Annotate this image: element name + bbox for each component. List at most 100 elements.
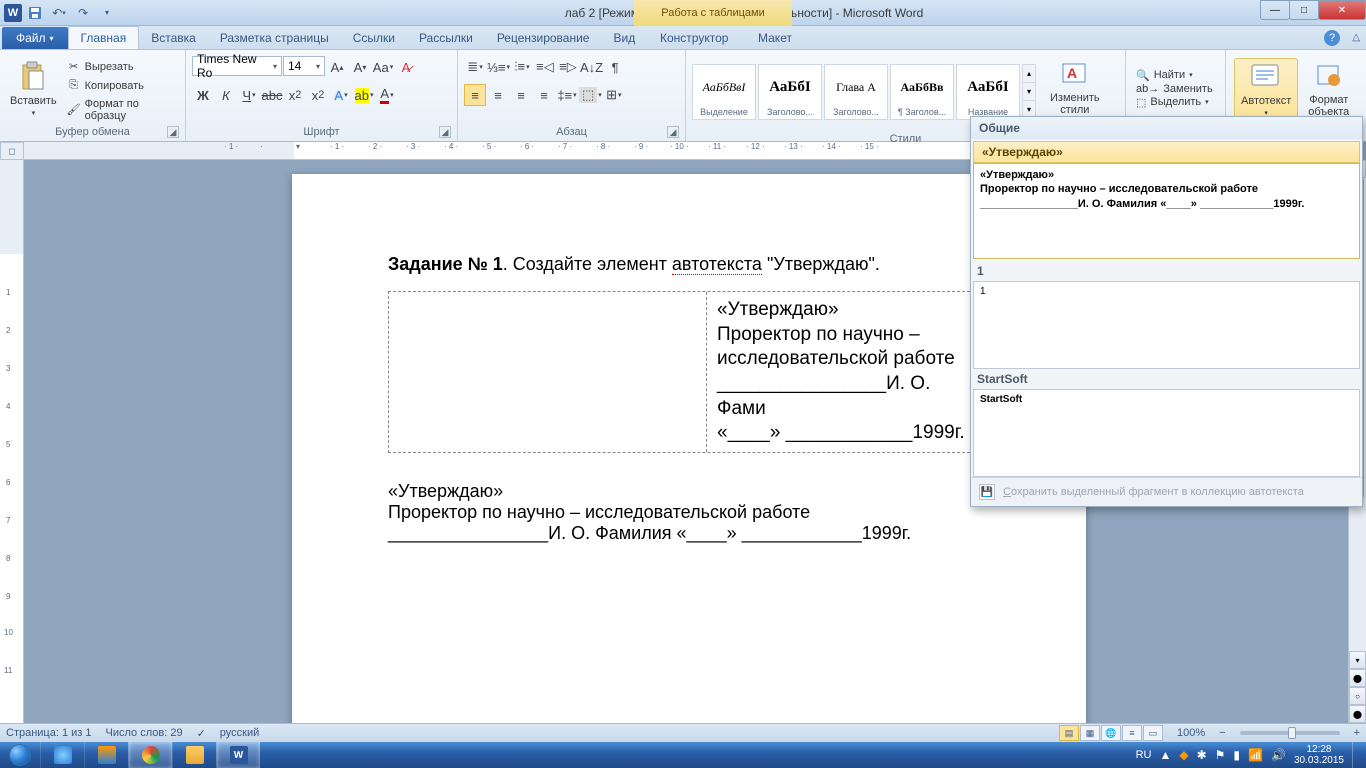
format-object-button[interactable]: Формат объекта — [1302, 58, 1355, 120]
taskbar-explorer[interactable] — [172, 742, 216, 768]
underline-button[interactable]: Ч▾ — [238, 84, 260, 106]
tray-network-icon[interactable]: 📶 — [1248, 748, 1263, 762]
zoom-level[interactable]: 100% — [1177, 727, 1205, 739]
font-size-combo[interactable]: 14▾ — [283, 56, 325, 76]
line-spacing-button[interactable]: ‡≡▾ — [556, 84, 578, 106]
tray-action-center-icon[interactable]: ⚑ — [1215, 748, 1226, 762]
select-button[interactable]: ⬚Выделить▾ — [1136, 96, 1213, 109]
justify-button[interactable]: ≡ — [533, 84, 555, 106]
qat-undo-button[interactable]: ↶▾ — [48, 2, 70, 24]
taskbar-ie[interactable] — [40, 742, 84, 768]
subscript-button[interactable]: x2 — [284, 84, 306, 106]
copy-button[interactable]: ⎘Копировать — [65, 78, 181, 94]
minimize-ribbon-button[interactable]: △ — [1352, 32, 1360, 43]
qat-save-button[interactable] — [24, 2, 46, 24]
file-tab[interactable]: Файл▾ — [2, 27, 68, 49]
gallery-down-button[interactable]: ▾ — [1023, 83, 1035, 101]
superscript-button[interactable]: x2 — [307, 84, 329, 106]
tab-insert[interactable]: Вставка — [139, 27, 208, 49]
view-web[interactable]: 🌐 — [1101, 725, 1121, 741]
style-gallery[interactable]: АаБбВвІВыделение АаБбІЗаголово... Глава … — [692, 64, 1036, 120]
clear-formatting-button[interactable]: A̷ — [395, 56, 417, 78]
next-page-button[interactable]: ⬤ — [1349, 705, 1366, 723]
tray-language[interactable]: RU — [1136, 749, 1152, 761]
autotext-item-1[interactable]: 1 — [973, 281, 1360, 369]
grow-font-button[interactable]: A▴ — [326, 56, 348, 78]
style-item[interactable]: АаБбІНазвание — [956, 64, 1020, 120]
taskbar-chrome[interactable] — [128, 742, 172, 768]
tab-home[interactable]: Главная — [68, 26, 140, 49]
page[interactable]: Задание № 1. Создайте элемент автотекста… — [292, 174, 1086, 723]
taskbar-word[interactable]: W — [216, 742, 260, 768]
sort-button[interactable]: A↓Z — [580, 56, 603, 78]
strikethrough-button[interactable]: abc — [261, 84, 283, 106]
scroll-down-button[interactable]: ▾ — [1349, 651, 1366, 669]
zoom-in-button[interactable]: + — [1354, 727, 1360, 739]
view-draft[interactable]: ▭ — [1143, 725, 1163, 741]
font-name-combo[interactable]: Times New Ro▾ — [192, 56, 282, 76]
clipboard-dialog-launcher[interactable]: ◢ — [167, 126, 179, 138]
increase-indent-button[interactable]: ≡▷ — [557, 56, 579, 78]
status-page[interactable]: Страница: 1 из 1 — [6, 727, 92, 739]
minimize-button[interactable]: — — [1260, 0, 1290, 20]
prev-page-button[interactable]: ⬤ — [1349, 669, 1366, 687]
autotext-item-startsoft[interactable]: StartSoft — [973, 389, 1360, 477]
change-case-button[interactable]: Aa▾ — [372, 56, 394, 78]
tab-layout[interactable]: Макет — [746, 27, 804, 49]
status-proofing-icon[interactable]: ✓ — [197, 727, 206, 740]
tab-mailings[interactable]: Рассылки — [407, 27, 485, 49]
show-marks-button[interactable]: ¶ — [604, 56, 626, 78]
bullets-button[interactable]: ≣▾ — [464, 56, 486, 78]
tab-references[interactable]: Ссылки — [341, 27, 407, 49]
taskbar-media[interactable] — [84, 742, 128, 768]
font-dialog-launcher[interactable]: ◢ — [439, 126, 451, 138]
align-right-button[interactable]: ≡ — [510, 84, 532, 106]
gallery-up-button[interactable]: ▴ — [1023, 65, 1035, 83]
zoom-slider[interactable] — [1240, 731, 1340, 735]
tab-view[interactable]: Вид — [601, 27, 647, 49]
vertical-ruler[interactable]: 1 2 3 4 5 6 7 8 9 10 11 — [0, 160, 24, 723]
italic-button[interactable]: К — [215, 84, 237, 106]
qat-redo-button[interactable]: ↷ — [72, 2, 94, 24]
shrink-font-button[interactable]: A▾ — [349, 56, 371, 78]
tray-volume-icon[interactable]: 🔊 — [1271, 748, 1286, 762]
style-item[interactable]: АаБбІЗаголово... — [758, 64, 822, 120]
style-item[interactable]: АаБбВвІВыделение — [692, 64, 756, 120]
tray-bluetooth-icon[interactable]: ✱ — [1197, 748, 1207, 762]
close-button[interactable]: ✕ — [1318, 0, 1366, 20]
find-button[interactable]: 🔍Найти▾ — [1136, 69, 1213, 82]
cut-button[interactable]: ✂Вырезать — [65, 59, 181, 75]
style-item[interactable]: Глава АЗаголово... — [824, 64, 888, 120]
start-button[interactable] — [0, 742, 40, 768]
table-cell-left[interactable] — [389, 292, 707, 452]
show-desktop-button[interactable] — [1352, 742, 1360, 768]
maximize-button[interactable]: □ — [1289, 0, 1319, 20]
view-print-layout[interactable]: ▤ — [1059, 725, 1079, 741]
ruler-corner[interactable]: ◻ — [0, 142, 24, 160]
autotext-item-preview[interactable]: «Утверждаю» Проректор по научно – исслед… — [973, 163, 1360, 259]
tab-review[interactable]: Рецензирование — [485, 27, 602, 49]
status-words[interactable]: Число слов: 29 — [106, 727, 183, 739]
tray-battery-icon[interactable]: ▮ — [1233, 748, 1240, 762]
format-painter-button[interactable]: 🖌Формат по образцу — [65, 97, 181, 123]
document-table[interactable]: «Утверждаю» Проректор по научно – исслед… — [388, 291, 990, 453]
text-effects-button[interactable]: A▾ — [330, 84, 352, 106]
view-outline[interactable]: ≡ — [1122, 725, 1142, 741]
bold-button[interactable]: Ж — [192, 84, 214, 106]
autotext-button[interactable]: Автотекст▾ — [1234, 58, 1298, 120]
paste-button[interactable]: Вставить▾ — [4, 59, 63, 119]
qat-customize-button[interactable]: ▾ — [96, 2, 118, 24]
status-language[interactable]: русский — [220, 727, 259, 739]
help-icon[interactable]: ? — [1324, 30, 1340, 46]
decrease-indent-button[interactable]: ≡◁ — [534, 56, 556, 78]
borders-button[interactable]: ⊞▾ — [603, 84, 625, 106]
zoom-slider-thumb[interactable] — [1288, 727, 1296, 739]
shading-button[interactable]: ⬚▾ — [579, 84, 602, 106]
tab-design[interactable]: Конструктор — [648, 27, 740, 49]
align-left-button[interactable]: ≡ — [464, 84, 486, 106]
tray-flag-icon[interactable]: ▲ — [1159, 748, 1171, 762]
paragraph-dialog-launcher[interactable]: ◢ — [667, 126, 679, 138]
browse-object-button[interactable]: ○ — [1349, 687, 1366, 705]
numbering-button[interactable]: ⅓≡▾ — [487, 56, 510, 78]
document-body-text[interactable]: «Утверждаю» Проректор по научно – исслед… — [388, 481, 990, 544]
